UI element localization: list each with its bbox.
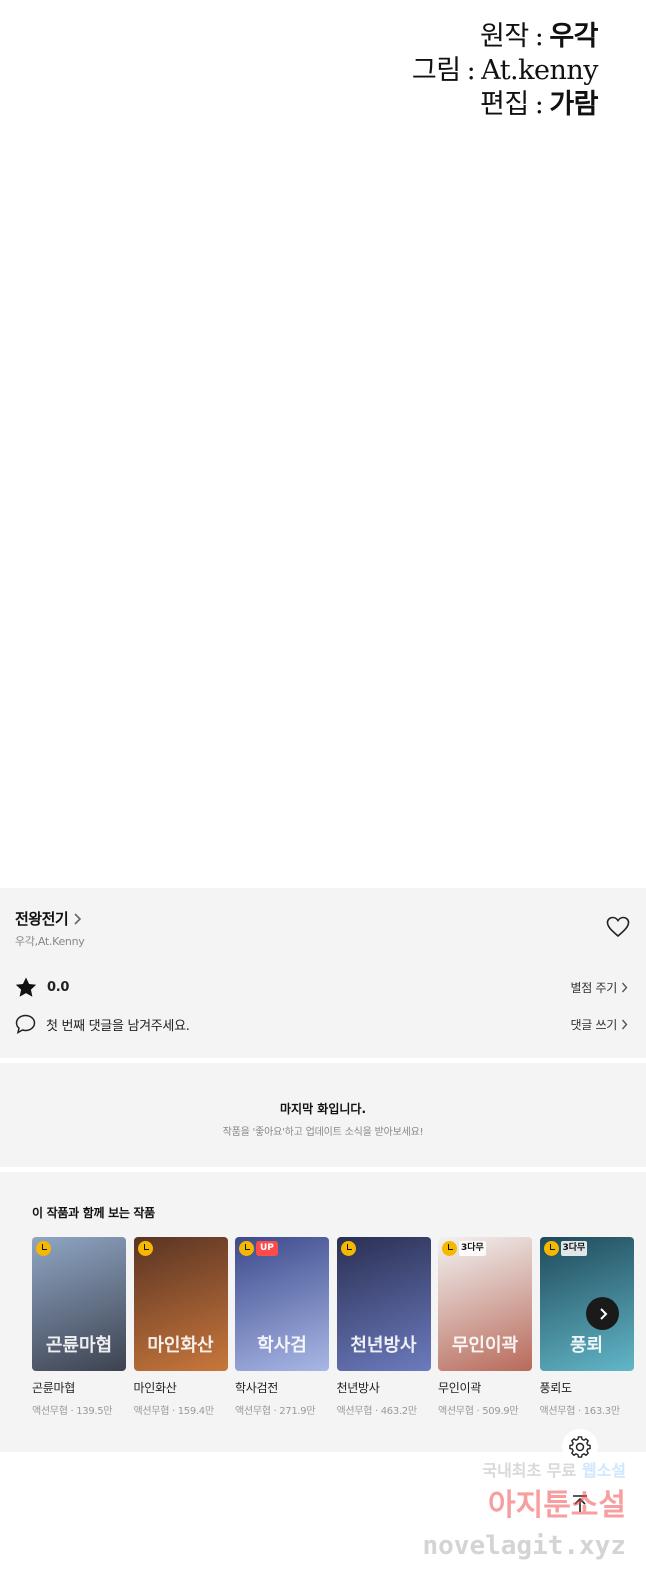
recommendations-list: 곤륜마협 곤륜마협 액션무협 · 139.5만 마인화산 마인화산 액션무협 · 159.… xyxy=(32,1237,646,1427)
series-info-panel: 전왕전기 우각,At.Kenny 0.0 별점 주기 첫 번째 댓글을 남겨주세… xyxy=(0,888,646,1058)
recommendation-card[interactable]: 곤륜마협 곤륜마협 액션무협 · 139.5만 xyxy=(32,1237,126,1417)
chevron-right-icon xyxy=(621,982,628,993)
cover-badge: 3다무 xyxy=(459,1241,486,1256)
card-meta: 액션무협 · 271.9만 xyxy=(235,1406,316,1417)
card-meta: 액션무협 · 163.3만 xyxy=(539,1406,621,1417)
card-title: 무인이곽 xyxy=(438,1381,481,1395)
card-title: 천년방사 xyxy=(336,1381,380,1395)
recommendation-card[interactable]: UP 학사검학사검전액션무협 · 271.9만 xyxy=(235,1237,329,1417)
card-title: 곤륜마협 xyxy=(32,1381,75,1395)
comic-credits: 원작: 우각 그림: At.kenny 편집: 가람 xyxy=(411,20,599,122)
write-comment-button[interactable]: 댓글 쓰기 xyxy=(571,1016,628,1033)
credit-original: 원작: 우각 xyxy=(480,21,598,52)
recommendations-heading: 이 작품과 함께 보는 작품 xyxy=(32,1206,155,1220)
cover-logo: 무인이곽 xyxy=(451,1335,519,1356)
cover-logo: 풍뢰 xyxy=(569,1335,604,1356)
card-meta: 액션무협 · 159.4만 xyxy=(133,1406,215,1417)
comment-row: 첫 번째 댓글을 남겨주세요. 댓글 쓰기 xyxy=(15,1014,628,1034)
card-meta: 액션무협 · 139.5만 xyxy=(32,1406,113,1417)
card-meta: 액션무협 · 463.2만 xyxy=(336,1406,418,1417)
series-authors: 우각,At.Kenny xyxy=(15,935,85,948)
cover-thumbnail: 3다무무인이곽 xyxy=(438,1237,532,1371)
clock-icon xyxy=(239,1241,254,1256)
next-button[interactable] xyxy=(586,1297,619,1330)
watermark-tagline: 국내최초 무료 웹소설 xyxy=(482,1461,626,1480)
clock-icon xyxy=(340,1241,356,1256)
last-episode-title: 마지막 화입니다. xyxy=(279,1102,367,1116)
cover-thumbnail: UP 학사검 xyxy=(235,1237,329,1371)
clock-icon xyxy=(137,1241,153,1256)
cover-badge: 3다무 xyxy=(560,1241,588,1256)
gear-icon xyxy=(569,1436,591,1458)
series-title: 전왕전기 xyxy=(15,910,69,928)
rating-value: 0.0 xyxy=(47,980,70,995)
cover-logo: 천년방사 xyxy=(350,1335,417,1356)
recommendation-card[interactable]: 천년방사 천년방사 액션무협 · 463.2만 xyxy=(336,1237,431,1417)
cover-logo: 곤륜마협 xyxy=(45,1335,113,1356)
heart-icon[interactable] xyxy=(606,916,630,938)
card-title: 풍뢰도 xyxy=(539,1381,573,1395)
recommendation-card[interactable]: 3다무풍뢰풍뢰도액션무협 · 163.3만 xyxy=(539,1237,634,1417)
comment-prompt: 첫 번째 댓글을 남겨주세요. xyxy=(46,1018,190,1034)
card-title: 마인화산 xyxy=(133,1381,177,1395)
cover-logo: 학사검 xyxy=(257,1335,307,1356)
clock-icon xyxy=(543,1241,559,1256)
clock-icon xyxy=(36,1241,51,1256)
cover-thumbnail: 천년방사 xyxy=(336,1237,431,1371)
card-meta: 액션무협 · 509.9만 xyxy=(438,1406,519,1417)
cover-thumbnail: 곤륜마협 xyxy=(32,1237,126,1371)
star-icon xyxy=(15,977,37,997)
last-episode-notice: 마지막 화입니다. 작품을 '좋아요'하고 업데이트 소식을 받아보세요! xyxy=(0,1063,646,1167)
watermark-url: novelagit.xyz xyxy=(422,1531,627,1561)
last-episode-subtitle: 작품을 '좋아요'하고 업데이트 소식을 받아보세요! xyxy=(222,1127,424,1138)
cover-badge: UP xyxy=(256,1241,278,1256)
recommendation-card[interactable]: 마인화산 마인화산 액션무협 · 159.4만 xyxy=(133,1237,228,1417)
watermark-brand: 아지툰소설 xyxy=(488,1488,626,1523)
rate-button[interactable]: 별점 주기 xyxy=(571,979,628,996)
series-title-link[interactable]: 전왕전기 xyxy=(15,908,82,929)
chevron-right-icon xyxy=(599,1307,607,1320)
recommendations-section: 이 작품과 함께 보는 작품 곤륜마협 곤륜마협 액션무협 · 139.5만 마인화산… xyxy=(0,1172,646,1452)
clock-icon xyxy=(442,1241,457,1256)
credit-editor: 편집: 가람 xyxy=(480,89,598,120)
comment-icon xyxy=(15,1014,36,1034)
credit-art: 그림: At.kenny xyxy=(411,55,599,86)
cover-thumbnail: 3다무풍뢰 xyxy=(539,1237,634,1371)
chevron-right-icon xyxy=(74,912,82,925)
rating-row: 0.0 별점 주기 xyxy=(15,977,628,998)
recommendation-card[interactable]: 3다무 무인이곽 무인이곽 액션무협 · 509.9만 xyxy=(438,1237,532,1417)
cover-thumbnail: 마인화산 xyxy=(133,1237,228,1371)
card-title: 학사검전 xyxy=(235,1381,278,1395)
chevron-right-icon xyxy=(621,1019,628,1029)
cover-logo: 마인화산 xyxy=(147,1335,214,1356)
